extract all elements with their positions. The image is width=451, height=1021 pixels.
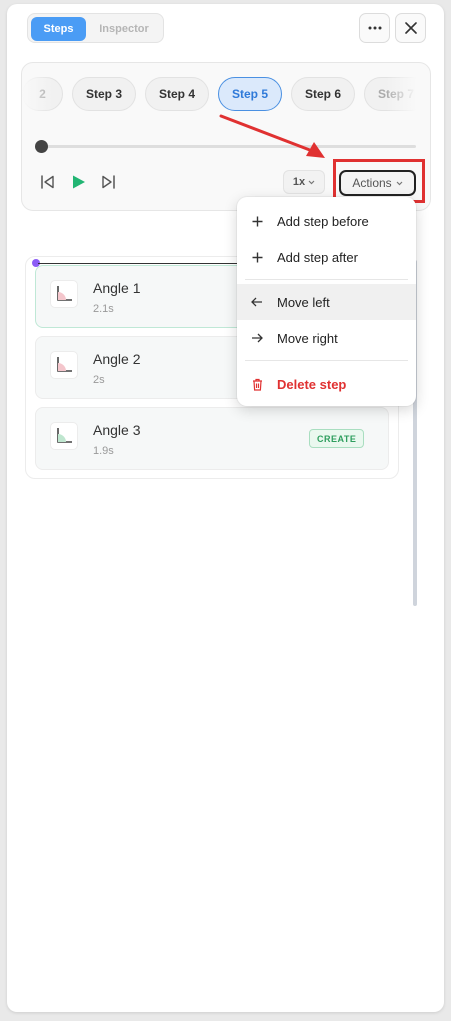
step-chip-6[interactable]: Step 6	[291, 77, 355, 111]
menu-item-add-after[interactable]: Add step after	[237, 239, 416, 275]
plus-icon	[237, 216, 277, 227]
timeline-knob[interactable]	[35, 140, 48, 153]
menu-divider	[245, 279, 408, 280]
step-chip-3[interactable]: Step 3	[72, 77, 136, 111]
item-duration: 2s	[93, 374, 105, 386]
item-name: Angle 3	[93, 422, 141, 438]
annotation-arrow	[219, 114, 325, 158]
angle-thumbnail	[50, 280, 78, 308]
menu-item-move-right[interactable]: Move right	[237, 320, 416, 356]
speed-select[interactable]: 1x	[283, 170, 325, 194]
arrow-right-icon	[237, 333, 277, 343]
speed-label: 1x	[292, 176, 306, 188]
menu-item-delete[interactable]: Delete step	[237, 366, 416, 402]
menu-item-label: Add step before	[277, 213, 369, 229]
actions-menu: Add step before Add step after Move left…	[237, 197, 416, 406]
more-horizontal-icon	[368, 26, 381, 30]
menu-item-label: Delete step	[277, 376, 347, 392]
insertion-line	[38, 263, 238, 264]
menu-item-move-left[interactable]: Move left	[237, 284, 416, 320]
skip-forward-button[interactable]	[100, 174, 116, 190]
menu-divider	[245, 360, 408, 361]
play-button[interactable]	[70, 174, 86, 190]
step-chip-4[interactable]: Step 4	[145, 77, 209, 111]
angle-icon	[57, 357, 72, 372]
arrow-left-icon	[237, 297, 277, 307]
close-button[interactable]	[395, 13, 426, 43]
menu-item-label: Move right	[277, 330, 338, 346]
create-badge[interactable]: CREATE	[309, 429, 365, 448]
list-item[interactable]: Angle 3 1.9s CREATE	[35, 407, 389, 470]
tab-inspector[interactable]: Inspector	[90, 17, 158, 41]
tab-steps[interactable]: Steps	[31, 17, 86, 41]
step-chip-5[interactable]: Step 5	[218, 77, 282, 111]
chips-fade-left	[22, 74, 52, 114]
close-icon	[404, 22, 417, 34]
trash-icon	[237, 378, 277, 391]
more-options-button[interactable]	[359, 13, 390, 43]
angle-icon	[57, 286, 72, 301]
chips-fade-right	[386, 74, 430, 114]
menu-item-add-before[interactable]: Add step before	[237, 203, 416, 239]
play-icon	[72, 175, 85, 189]
skip-forward-icon	[101, 175, 115, 189]
tab-bar: Steps Inspector	[27, 13, 164, 43]
menu-item-label: Add step after	[277, 249, 358, 265]
item-name: Angle 2	[93, 351, 141, 367]
angle-icon	[57, 428, 72, 443]
skip-back-button[interactable]	[39, 174, 55, 190]
chevron-down-icon	[308, 180, 315, 184]
menu-item-label: Move left	[277, 294, 330, 310]
item-name: Angle 1	[93, 280, 141, 296]
angle-thumbnail	[50, 422, 78, 450]
skip-back-icon	[40, 175, 54, 189]
angle-thumbnail	[50, 351, 78, 379]
item-duration: 1.9s	[93, 445, 114, 457]
plus-icon	[237, 252, 277, 263]
item-duration: 2.1s	[93, 303, 114, 315]
